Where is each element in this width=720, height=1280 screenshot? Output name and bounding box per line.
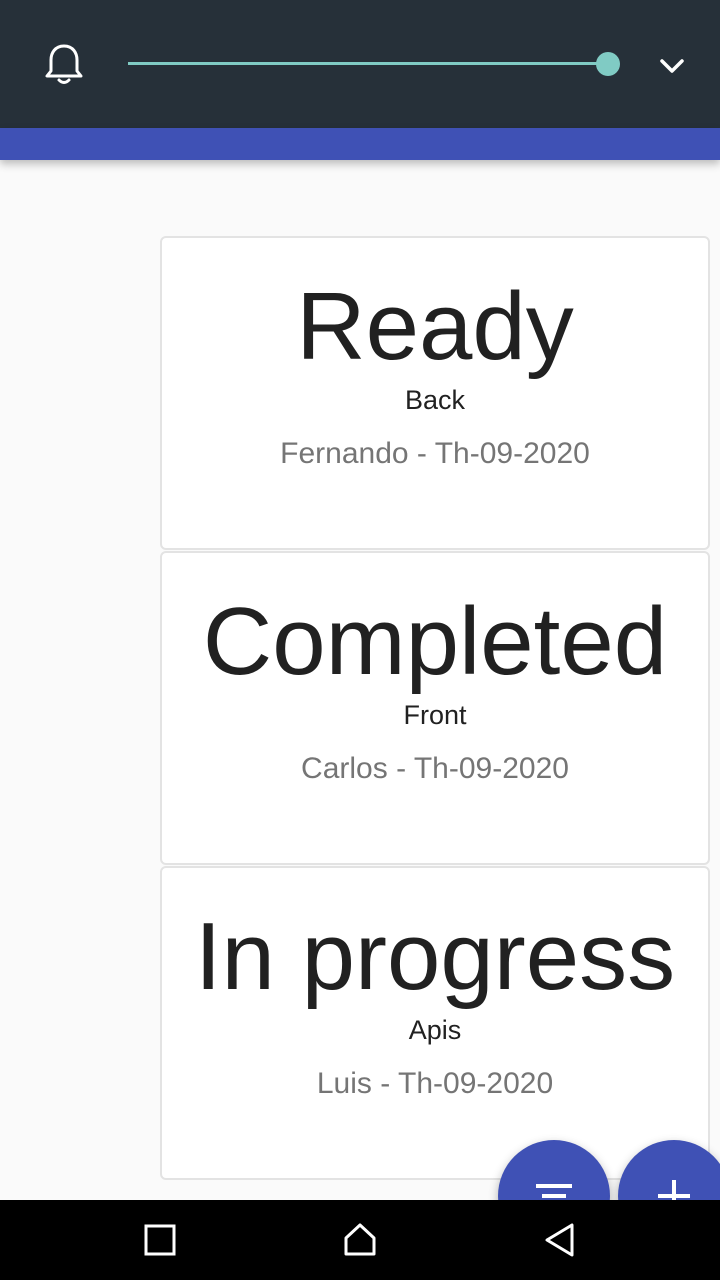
card-area: Apis	[408, 1015, 462, 1045]
card-status: In progress	[194, 903, 676, 1010]
card-status: Ready	[296, 273, 574, 380]
accent-strip	[0, 128, 720, 160]
task-card-list: Ready Back Fernando - Th-09-2020 Complet…	[160, 236, 710, 1181]
home-icon[interactable]	[340, 1220, 380, 1260]
app-screen: Ready Back Fernando - Th-09-2020 Complet…	[0, 0, 720, 1280]
task-card[interactable]: In progress Apis Luis - Th-09-2020	[160, 866, 710, 1180]
card-meta: Carlos - Th-09-2020	[301, 752, 569, 785]
bell-icon[interactable]	[44, 42, 84, 86]
recents-square-icon[interactable]	[140, 1220, 180, 1260]
back-triangle-icon[interactable]	[540, 1220, 580, 1260]
top-app-bar	[0, 0, 720, 128]
slider-thumb[interactable]	[596, 52, 620, 76]
card-area: Back	[404, 385, 466, 415]
card-meta: Fernando - Th-09-2020	[280, 437, 590, 470]
chevron-down-icon[interactable]	[656, 50, 688, 82]
card-area: Front	[403, 700, 467, 730]
task-card[interactable]: Ready Back Fernando - Th-09-2020	[160, 236, 710, 550]
card-status: Completed	[202, 588, 668, 695]
system-nav-bar	[0, 1200, 720, 1280]
card-meta: Luis - Th-09-2020	[316, 1067, 554, 1100]
task-card[interactable]: Completed Front Carlos - Th-09-2020	[160, 551, 710, 865]
progress-slider[interactable]	[128, 48, 620, 80]
slider-fill	[128, 62, 608, 65]
